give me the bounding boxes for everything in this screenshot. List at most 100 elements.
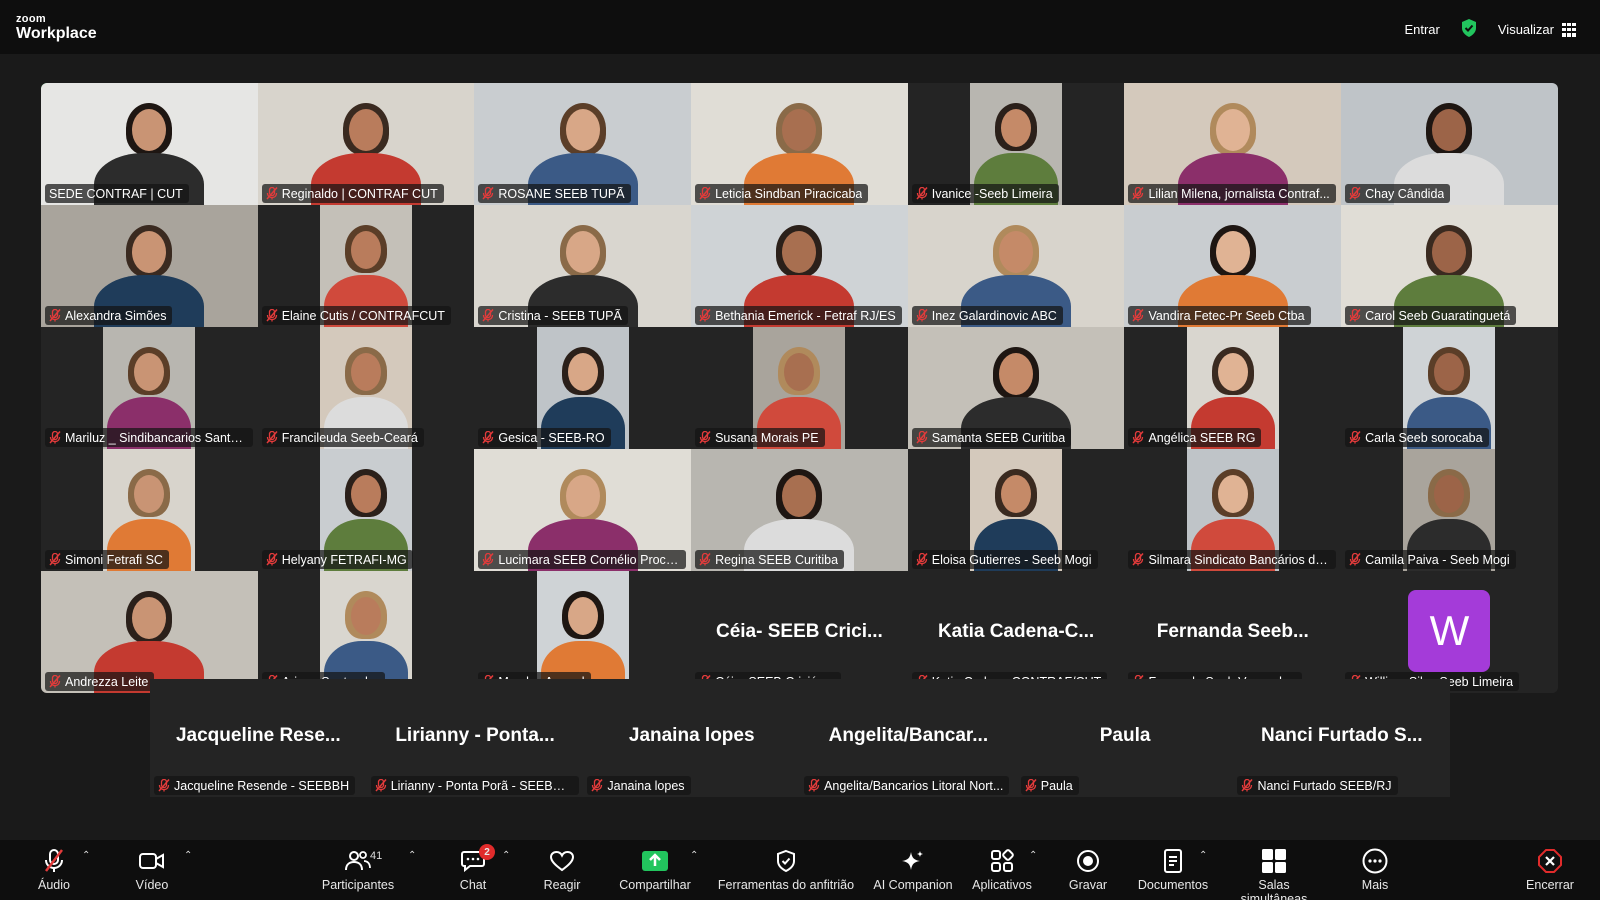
participant-tile[interactable]: Janaina lopes Janaina lopes (583, 679, 801, 797)
participant-head (999, 231, 1034, 273)
participant-name-label: Inez Galardinovic ABC (911, 306, 1063, 325)
participant-tile[interactable]: WWilliam Silva Seeb Limeira (1341, 571, 1558, 693)
muted-mic-icon (1132, 187, 1145, 200)
participant-tile[interactable]: Céia- SEEB Crici...Céia- SEEB Criciúma (691, 571, 908, 693)
video-button[interactable]: Vídeo (131, 848, 173, 892)
more-button[interactable]: Mais (1354, 848, 1396, 892)
participant-head (1434, 475, 1465, 513)
host-tools-button[interactable]: Ferramentas do anfitrião (713, 848, 859, 892)
participant-tile[interactable]: Eloisa Gutierres - Seeb Mogi (907, 449, 1125, 571)
participant-name: Vandira Fetec-Pr Seeb Ctba (1148, 308, 1305, 323)
participant-name-label: Chay Cândida (1345, 184, 1451, 203)
participant-tile[interactable]: Ariane Santander (257, 571, 475, 693)
chat-unread-badge: 2 (479, 844, 495, 860)
participant-tile[interactable]: Alexandra Simões (41, 205, 258, 327)
breakout-rooms-button[interactable]: Salas simultâneas (1224, 848, 1324, 900)
participant-tile[interactable]: Lilian Milena, jornalista Contraf... (1124, 83, 1342, 205)
participant-tile[interactable]: Katia Cadena-C...Katia Cadena-CONTRAF/CU… (907, 571, 1125, 693)
participant-grid: SEDE CONTRAF | CUT Reginaldo | CONTRAF CU… (41, 83, 1558, 693)
participant-tile[interactable]: Chay Cândida (1341, 83, 1558, 205)
participant-tile[interactable]: Helyany FETRAFI-MG (257, 449, 475, 571)
participant-name: Chay Cândida (1365, 186, 1445, 201)
audio-options-chevron-icon[interactable]: ⌃ (82, 850, 90, 861)
video-options-chevron-icon[interactable]: ⌃ (184, 850, 192, 861)
video-label: Vídeo (135, 878, 169, 892)
participants-options-chevron-icon[interactable]: ⌃ (408, 850, 416, 861)
participant-name-label: Vandira Fetec-Pr Seeb Ctba (1128, 306, 1311, 325)
participant-name-label: Susana Morais PE (695, 428, 825, 447)
share-screen-button[interactable]: Compartilhar (614, 848, 696, 892)
participant-name-label: Ivanice -Seeb Limeira (911, 184, 1059, 203)
view-button[interactable]: Visualizar (1498, 22, 1576, 37)
participant-name: Lirianny - Ponta Porã - SEEBPP ... (390, 778, 573, 793)
react-button[interactable]: Reagir (538, 848, 586, 892)
participant-tile[interactable]: Jacqueline Rese... Jacqueline Resende - S… (150, 679, 367, 797)
participant-head (351, 597, 382, 635)
participant-tile[interactable]: Leticia Sindban Piracicaba (691, 83, 908, 205)
participant-tile[interactable]: Francileuda Seeb-Ceará (257, 327, 475, 449)
participants-button[interactable]: 41 Participantes (319, 848, 397, 892)
apps-button[interactable]: Aplicativos (969, 848, 1035, 892)
participant-tile[interactable]: Nanci Furtado S... Nanci Furtado SEEB/RJ (1233, 679, 1451, 797)
participant-tile[interactable]: Mariluz _ Sindibancarios Santa ... (41, 327, 258, 449)
muted-mic-icon (1132, 553, 1145, 566)
participant-tile[interactable]: Regina SEEB Curitiba (691, 449, 908, 571)
participant-tile[interactable]: Gesica - SEEB-RO (474, 327, 692, 449)
participant-tile[interactable]: Angelita/Bancar... Angelita/Bancarios Lit… (800, 679, 1017, 797)
participant-tile[interactable]: Samanta SEEB Curitiba (907, 327, 1125, 449)
participant-tile[interactable]: Marcley Amaral (474, 571, 692, 693)
participant-tile[interactable]: Simoni Fetrafi SC (41, 449, 258, 571)
participant-tile[interactable]: SEDE CONTRAF | CUT (41, 83, 258, 205)
muted-mic-icon (482, 187, 494, 200)
participant-name: ROSANE SEEB TUPÃ (498, 186, 625, 201)
share-options-chevron-icon[interactable]: ⌃ (690, 850, 698, 861)
participant-name-label: Mariluz _ Sindibancarios Santa ... (45, 428, 253, 447)
participant-tile[interactable]: Paula Paula (1016, 679, 1234, 797)
audio-button[interactable]: Áudio (34, 848, 74, 892)
participant-tile[interactable]: Carol Seeb Guaratinguetá (1341, 205, 1558, 327)
participant-tile[interactable]: Lucimara SEEB Cornélio Procóp... (474, 449, 692, 571)
muted-mic-icon (266, 309, 278, 322)
muted-mic-icon (1349, 553, 1361, 566)
meeting-stage: SEDE CONTRAF | CUT Reginaldo | CONTRAF CU… (0, 54, 1600, 840)
participant-tile[interactable]: Angélica SEEB RG (1124, 327, 1342, 449)
ai-companion-button[interactable]: AI Companion (871, 848, 955, 892)
end-meeting-button[interactable]: Encerrar (1522, 848, 1578, 892)
participant-tile[interactable]: Lirianny - Ponta... Lirianny - Ponta Porã… (366, 679, 584, 797)
participant-tile[interactable]: Inez Galardinovic ABC (907, 205, 1125, 327)
participant-tile[interactable]: Silmara Sindicato Bancários de ... (1124, 449, 1342, 571)
record-button[interactable]: Gravar (1066, 848, 1110, 892)
share-label: Compartilhar (619, 878, 691, 892)
top-bar: zoom Workplace Entrar Visualizar (0, 0, 1600, 54)
participant-tile[interactable]: Cristina - SEEB TUPÃ (474, 205, 692, 327)
participant-tile[interactable]: Susana Morais PE (691, 327, 908, 449)
documents-options-chevron-icon[interactable]: ⌃ (1199, 850, 1207, 861)
muted-mic-icon (1025, 779, 1037, 792)
participant-name-label: Jacqueline Resende - SEEBBH (154, 776, 356, 795)
participant-tile[interactable]: Fernanda Seeb...Fernanda Seeb Venceslau (1124, 571, 1342, 693)
participant-tile[interactable]: Camila Paiva - Seeb Mogi (1341, 449, 1558, 571)
participant-head (782, 475, 817, 517)
participant-tile[interactable]: Carla Seeb sorocaba (1341, 327, 1558, 449)
participant-tile[interactable]: Elaine Cutis / CONTRAFCUT (257, 205, 475, 327)
muted-mic-icon (1349, 187, 1361, 200)
participant-name: Leticia Sindban Piracicaba (715, 186, 863, 201)
participant-tile[interactable]: Bethania Emerick - Fetraf RJ/ES (691, 205, 908, 327)
chat-options-chevron-icon[interactable]: ⌃ (502, 850, 510, 861)
participant-tile[interactable]: Reginaldo | CONTRAF CUT (257, 83, 475, 205)
participant-tile[interactable]: ROSANE SEEB TUPÃ (474, 83, 692, 205)
participant-tile[interactable]: Vandira Fetec-Pr Seeb Ctba (1124, 205, 1342, 327)
participant-tile[interactable]: Andrezza Leite (41, 571, 258, 693)
participant-tile[interactable]: Ivanice -Seeb Limeira (907, 83, 1125, 205)
chat-button[interactable]: 2 Chat (451, 844, 495, 892)
muted-mic-icon (1349, 431, 1361, 444)
join-button[interactable]: Entrar (1404, 22, 1439, 37)
apps-options-chevron-icon[interactable]: ⌃ (1029, 850, 1037, 861)
security-shield-icon[interactable] (1460, 18, 1478, 41)
participant-head (565, 231, 600, 273)
participant-display-name: Jacqueline Rese... (175, 725, 341, 746)
ai-sparkle-icon (871, 848, 955, 874)
participant-head (1001, 475, 1032, 513)
more-dots-icon (1354, 848, 1396, 874)
muted-mic-icon (49, 431, 61, 444)
